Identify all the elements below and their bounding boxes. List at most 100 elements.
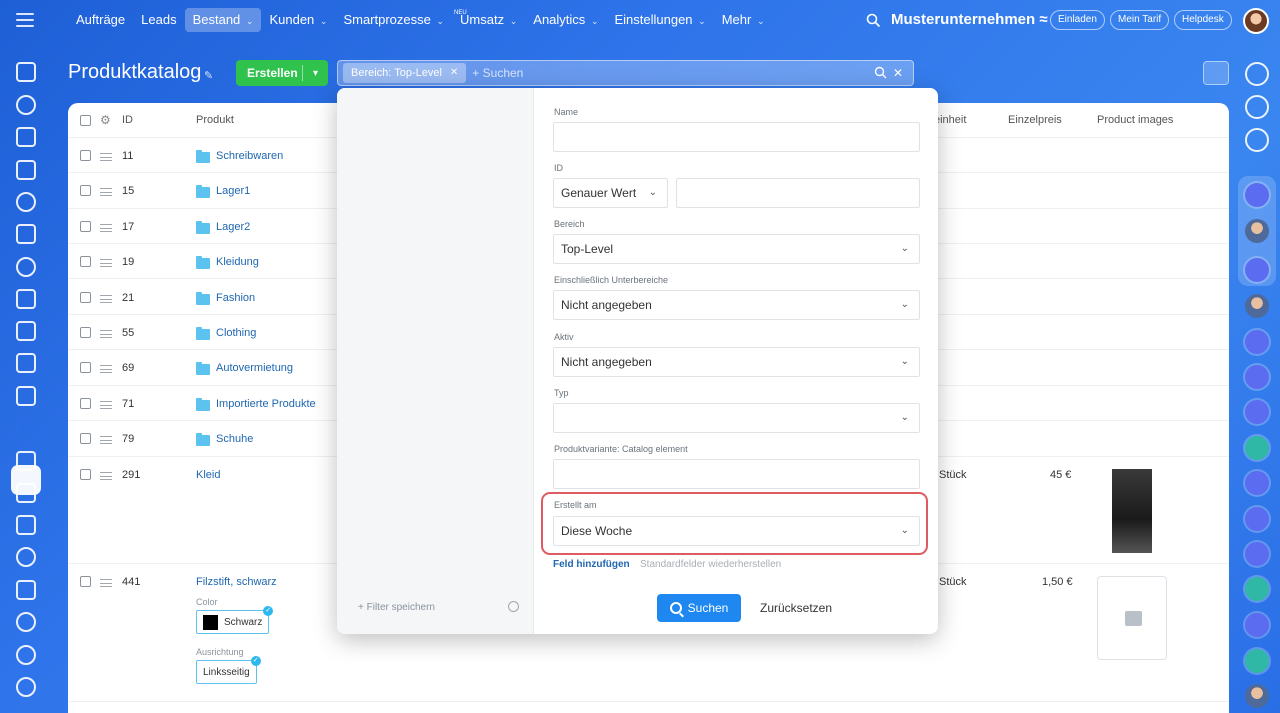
gear-icon[interactable]: ⚙	[100, 103, 111, 137]
invite-button[interactable]: Einladen	[1050, 10, 1105, 30]
drag-handle-icon[interactable]	[100, 579, 112, 587]
lock-icon[interactable]	[1245, 471, 1269, 495]
subsections-select[interactable]: Nicht angegeben ⌄	[553, 290, 920, 320]
variant-input[interactable]	[553, 459, 920, 489]
presentation-icon[interactable]	[16, 321, 36, 341]
alignment-property[interactable]: Linksseitig ✓	[196, 656, 261, 684]
user-avatar[interactable]	[1243, 8, 1269, 34]
support-icon[interactable]	[16, 547, 36, 567]
nav-settings[interactable]: Einstellungen ⌄	[606, 8, 713, 32]
catalog-icon[interactable]	[16, 418, 36, 438]
calendar-icon[interactable]	[16, 580, 36, 600]
filter-search-bar[interactable]: Bereich: Top-Level ✕ + Suchen ✕	[337, 60, 914, 86]
chat-avatar[interactable]	[1245, 294, 1269, 318]
chat-icon[interactable]	[16, 257, 36, 277]
reset-button[interactable]: Zurücksetzen	[760, 594, 832, 622]
drag-handle-icon[interactable]	[100, 153, 112, 161]
row-checkbox[interactable]	[80, 433, 91, 444]
drag-handle-icon[interactable]	[100, 188, 112, 196]
type-select[interactable]: ⌄	[553, 403, 920, 433]
drag-handle-icon[interactable]	[100, 472, 112, 480]
column-header-unit[interactable]: einheit	[934, 103, 966, 137]
invoices-icon[interactable]	[16, 224, 36, 244]
chat-avatar[interactable]	[1245, 219, 1269, 243]
nav-leads[interactable]: Leads	[133, 8, 184, 32]
row-checkbox[interactable]	[80, 469, 91, 480]
store-icon[interactable]	[16, 483, 36, 503]
drag-handle-icon[interactable]	[100, 365, 112, 373]
row-checkbox[interactable]	[80, 576, 91, 587]
product-link[interactable]: Lager1	[216, 185, 250, 197]
copilot-icon[interactable]	[1245, 95, 1269, 119]
product-link[interactable]: Kleidung	[216, 256, 259, 268]
color-property[interactable]: Schwarz ✓	[196, 606, 274, 634]
chat-list-icon[interactable]	[1245, 128, 1269, 152]
contacts-icon[interactable]	[16, 192, 36, 212]
row-checkbox[interactable]	[80, 398, 91, 409]
helpdesk-button[interactable]: Helpdesk	[1174, 10, 1232, 30]
search-input[interactable]: + Suchen	[472, 66, 523, 80]
create-button[interactable]: Erstellen ▾	[236, 60, 328, 86]
filter-chip[interactable]: Bereich: Top-Level ✕	[343, 63, 467, 83]
id-card-icon[interactable]	[16, 515, 36, 535]
analytics-icon[interactable]	[16, 353, 36, 373]
product-image[interactable]	[1112, 469, 1152, 553]
chat-avatar[interactable]	[1245, 183, 1269, 207]
bell-icon[interactable]	[1245, 62, 1269, 86]
row-checkbox[interactable]	[80, 185, 91, 196]
nav-inventory[interactable]: Bestand ⌄	[184, 8, 262, 32]
drag-handle-icon[interactable]	[100, 295, 112, 303]
product-link[interactable]: Schuhe	[216, 433, 253, 445]
automation-icon[interactable]	[16, 645, 36, 665]
payment-icon[interactable]	[16, 289, 36, 309]
edit-icon[interactable]	[16, 451, 36, 471]
gear-icon[interactable]	[508, 601, 519, 612]
clear-icon[interactable]: ✕	[893, 66, 903, 80]
chat-avatar[interactable]	[1245, 400, 1269, 424]
product-link[interactable]: Filzstift, schwarz	[196, 576, 277, 588]
search-icon[interactable]	[874, 66, 887, 79]
drag-handle-icon[interactable]	[100, 401, 112, 409]
search-button[interactable]: Suchen	[657, 594, 741, 622]
add-field-link[interactable]: Feld hinzufügen	[553, 559, 630, 570]
column-header-id[interactable]: ID	[122, 103, 133, 137]
product-link[interactable]: Fashion	[216, 292, 255, 304]
documents-icon[interactable]	[16, 127, 36, 147]
product-link[interactable]: Schreibwaren	[216, 150, 283, 162]
lock-icon[interactable]	[1245, 542, 1269, 566]
column-header-product[interactable]: Produkt	[196, 103, 234, 137]
plan-button[interactable]: Mein Tarif	[1110, 10, 1170, 30]
chat-avatar[interactable]	[1245, 258, 1269, 282]
nav-customers[interactable]: Kunden ⌄	[261, 8, 335, 32]
checklist-icon[interactable]	[1245, 649, 1269, 673]
checklist-icon[interactable]	[1245, 577, 1269, 601]
id-mode-select[interactable]: Genauer Wert ⌄	[553, 178, 668, 208]
chat-avatar[interactable]	[1245, 330, 1269, 354]
close-icon[interactable]: ✕	[450, 63, 458, 83]
image-placeholder[interactable]	[1097, 576, 1167, 660]
select-all-checkbox[interactable]	[80, 115, 91, 126]
drag-handle-icon[interactable]	[100, 224, 112, 232]
gear-icon[interactable]	[1203, 61, 1229, 85]
chat-avatar[interactable]	[1245, 684, 1269, 708]
nav-analytics[interactable]: Analytics ⌄	[525, 8, 606, 32]
nav-orders[interactable]: Aufträge	[68, 8, 133, 32]
row-checkbox[interactable]	[80, 362, 91, 373]
gear-icon[interactable]	[16, 677, 36, 697]
lock-icon[interactable]	[1245, 613, 1269, 637]
row-checkbox[interactable]	[80, 256, 91, 267]
company-name[interactable]: Musterunternehmen ≈	[891, 11, 1048, 28]
id-input[interactable]	[676, 178, 920, 208]
area-select[interactable]: Top-Level ⌄	[553, 234, 920, 264]
drag-handle-icon[interactable]	[100, 330, 112, 338]
row-checkbox[interactable]	[80, 150, 91, 161]
nav-smart-processes[interactable]: Smartprozesse ⌄	[335, 8, 452, 32]
home-icon[interactable]	[16, 62, 36, 82]
deals-icon[interactable]	[16, 95, 36, 115]
robot-icon[interactable]	[16, 612, 36, 632]
name-input[interactable]	[553, 122, 920, 152]
product-link[interactable]: Kleid	[196, 469, 220, 481]
menu-icon[interactable]	[16, 13, 34, 27]
active-select[interactable]: Nicht angegeben ⌄	[553, 347, 920, 377]
chat-avatar[interactable]	[1245, 365, 1269, 389]
